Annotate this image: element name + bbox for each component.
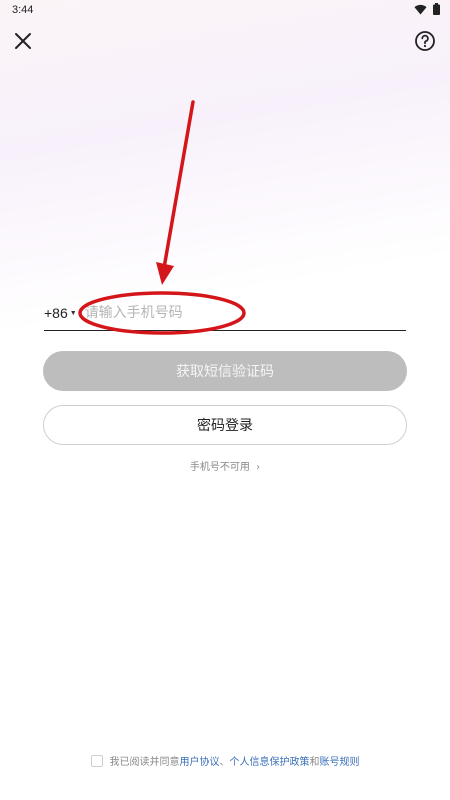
agreement-row: 我已阅读并同意 用户协议 、 个人信息保护政策 和 账号规则: [0, 753, 450, 768]
agreement-and: 和: [309, 757, 320, 768]
annotation-overlay: [78, 100, 246, 335]
phone-row: +86 ▼: [44, 296, 406, 331]
close-button[interactable]: [10, 28, 36, 54]
annotation-arrow-shaft: [162, 100, 195, 270]
status-bar: 3:44: [0, 0, 450, 22]
agreement-checkbox[interactable]: [90, 754, 103, 767]
phone-unavailable-link[interactable]: 手机号不可用 ›: [0, 458, 450, 473]
wifi-icon: [414, 4, 427, 15]
user-agreement-link[interactable]: 用户协议: [180, 753, 220, 768]
country-code: +86: [44, 305, 68, 321]
annotation-arrow-head: [156, 262, 174, 285]
get-sms-code-button[interactable]: 获取短信验证码: [43, 351, 407, 391]
agreement-prefix: 我已阅读并同意: [109, 757, 180, 768]
status-icons: [414, 3, 440, 15]
top-bar: [0, 26, 450, 56]
privacy-policy-link[interactable]: 个人信息保护政策: [230, 753, 310, 768]
close-icon: [15, 33, 31, 49]
phone-unavailable-label: 手机号不可用: [189, 462, 250, 473]
phone-input[interactable]: [82, 304, 387, 322]
help-icon: [415, 31, 435, 51]
password-login-button[interactable]: 密码登录: [43, 405, 407, 445]
status-time: 3:44: [12, 4, 34, 16]
account-rules-link[interactable]: 账号规则: [320, 753, 360, 768]
country-code-selector[interactable]: +86 ▼: [44, 305, 77, 321]
chevron-right-icon: ›: [256, 462, 261, 473]
help-button[interactable]: [412, 28, 438, 54]
agreement-separator: 、: [219, 757, 230, 768]
battery-icon: [433, 3, 440, 15]
chevron-down-icon: ▼: [69, 309, 77, 317]
